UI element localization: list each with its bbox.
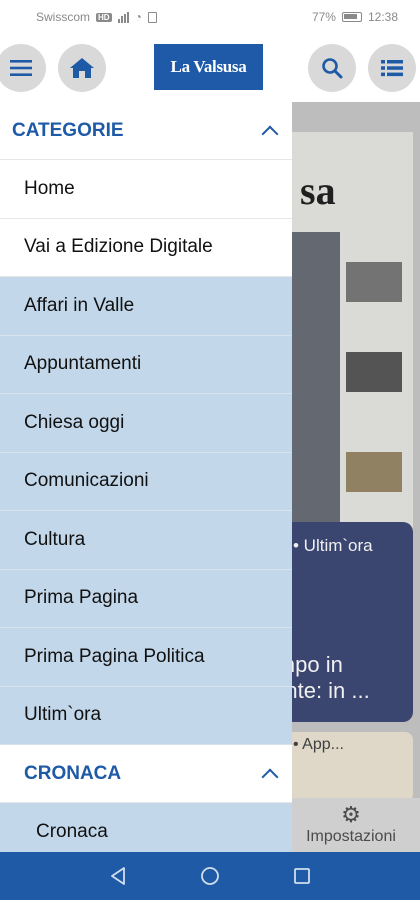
- square-recents-icon: [294, 868, 310, 884]
- home-button[interactable]: [58, 44, 106, 92]
- menu-item-label: Ultim`ora: [24, 704, 102, 726]
- menu-item-prima-pagina[interactable]: Prima Pagina: [0, 569, 292, 628]
- app-header: La Valsusa: [0, 34, 420, 102]
- menu-item-chiesa-oggi[interactable]: Chiesa oggi: [0, 394, 292, 453]
- notification-icon: [147, 11, 157, 23]
- chevron-up-icon: [261, 125, 279, 142]
- search-icon: [322, 58, 343, 79]
- menu-item-label: Chiesa oggi: [24, 411, 125, 433]
- section-header-categorie[interactable]: CATEGORIE: [0, 102, 292, 160]
- list-button[interactable]: [368, 44, 416, 92]
- menu-item-edizione-digitale[interactable]: Vai a Edizione Digitale: [0, 218, 292, 277]
- app-logo[interactable]: La Valsusa: [154, 44, 263, 90]
- list-icon: [381, 60, 403, 77]
- hamburger-icon: [10, 60, 32, 76]
- signal-icon: [117, 11, 129, 23]
- status-right: 77% 12:38: [312, 10, 398, 24]
- menu-item-label: Home: [24, 177, 75, 199]
- section-header-cronaca[interactable]: CRONACA: [0, 745, 292, 803]
- menu-item-label: Prima Pagina: [24, 587, 139, 609]
- menu-item-ultimora[interactable]: Ultim`ora: [0, 686, 292, 745]
- menu-item-label: Cultura: [24, 528, 86, 550]
- battery-icon: [341, 12, 362, 22]
- menu-item-comunicazioni[interactable]: Comunicazioni: [0, 452, 292, 511]
- menu-item-label: Comunicazioni: [24, 470, 149, 492]
- menu-item-label: Prima Pagina Politica: [24, 645, 205, 667]
- section-title: CATEGORIE: [12, 119, 124, 141]
- drawer-scrim[interactable]: [292, 102, 420, 852]
- back-button[interactable]: [107, 865, 129, 887]
- clock: 12:38: [367, 10, 398, 24]
- chevron-up-icon: [261, 768, 279, 785]
- home-icon: [70, 58, 94, 78]
- menu-item-cronaca[interactable]: Cronaca: [0, 803, 292, 852]
- menu-item-affari-in-valle[interactable]: Affari in Valle: [0, 277, 292, 336]
- menu-item-label: Appuntamenti: [24, 353, 142, 375]
- wifi-icon: ◔: [134, 10, 142, 24]
- recents-button[interactable]: [291, 865, 313, 887]
- menu-item-prima-pagina-politica[interactable]: Prima Pagina Politica: [0, 628, 292, 687]
- menu-item-appuntamenti[interactable]: Appuntamenti: [0, 335, 292, 394]
- home-nav-button[interactable]: [199, 865, 221, 887]
- carrier-name: Swisscom: [36, 10, 91, 24]
- circle-home-icon: [201, 867, 219, 885]
- subsection-title: CRONACA: [24, 762, 122, 784]
- battery-percent: 77%: [311, 10, 336, 24]
- menu-item-label: Affari in Valle: [24, 294, 135, 316]
- menu-item-label: Cronaca: [36, 820, 108, 842]
- navigation-drawer: CATEGORIE Home Vai a Edizione Digitale A…: [0, 102, 292, 852]
- menu-item-label: Vai a Edizione Digitale: [24, 236, 213, 258]
- menu-item-home[interactable]: Home: [0, 160, 292, 219]
- back-icon: [111, 867, 125, 885]
- search-button[interactable]: [308, 44, 356, 92]
- menu-item-cultura[interactable]: Cultura: [0, 511, 292, 570]
- status-bar: Swisscom HD ◔ 77% 12:38: [0, 0, 420, 34]
- menu-button[interactable]: [0, 44, 46, 92]
- network-badge: HD: [96, 12, 112, 22]
- system-nav-bar: [0, 852, 420, 900]
- status-left: Swisscom HD ◔: [36, 10, 157, 24]
